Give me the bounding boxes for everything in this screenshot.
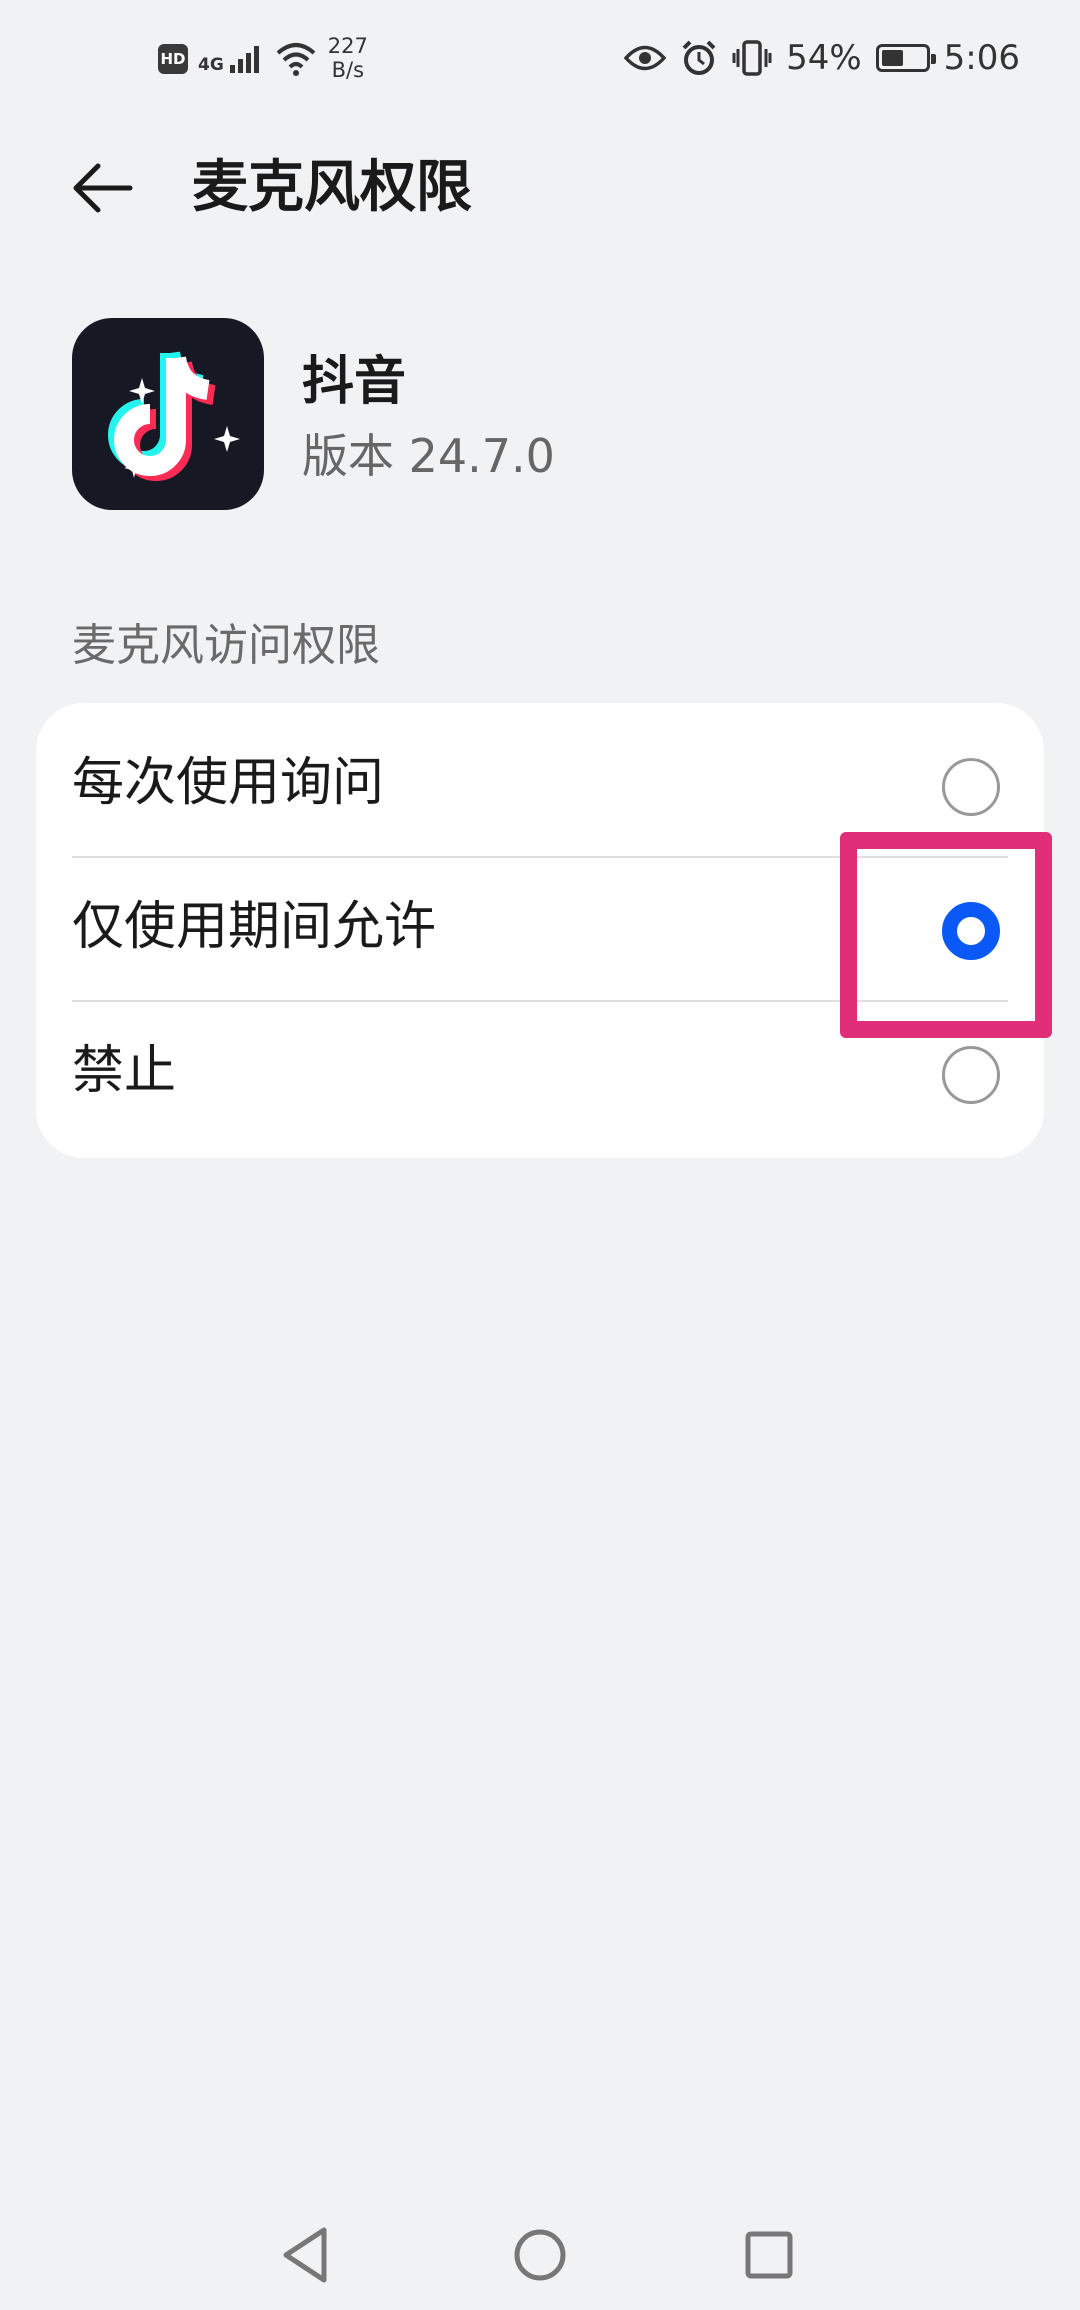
battery-fill <box>881 50 904 66</box>
title-bar: 麦克风权限 <box>0 130 1080 240</box>
app-info: 抖音 版本 24.7.0 <box>72 318 972 510</box>
clock: 5:06 <box>943 38 1020 78</box>
network-label: 4G <box>198 55 224 75</box>
back-arrow-icon <box>73 163 133 213</box>
wifi-icon <box>276 43 316 76</box>
radio-button[interactable] <box>942 758 1000 816</box>
douyin-logo-icon <box>108 351 240 481</box>
nav-back-button[interactable] <box>272 2220 342 2290</box>
status-left: HD 4G 227 B/s <box>158 34 368 82</box>
hd-badge: HD <box>158 44 188 74</box>
option-label: 禁止 <box>72 1041 177 1101</box>
radio-button[interactable] <box>942 1046 1000 1104</box>
status-right: 54% 5:06 <box>624 38 1020 78</box>
highlight-box <box>840 832 1052 1038</box>
alarm-icon <box>682 40 716 75</box>
network-speed: 227 B/s <box>328 34 368 82</box>
option-label: 每次使用询问 <box>72 753 385 813</box>
app-name: 抖音 <box>302 352 407 412</box>
eye-icon <box>624 45 667 71</box>
battery-icon <box>875 44 936 72</box>
nav-home-button[interactable] <box>505 2220 575 2290</box>
app-version: 版本 24.7.0 <box>302 429 555 483</box>
circle-home-icon <box>514 2229 566 2281</box>
speed-value: 227 <box>327 34 368 58</box>
option-label: 仅使用期间允许 <box>72 897 437 957</box>
vibrate-icon <box>732 40 772 76</box>
nav-recents-button[interactable] <box>734 2220 804 2290</box>
triangle-back-icon <box>283 2227 327 2283</box>
section-label: 麦克风访问权限 <box>72 620 380 671</box>
battery-percent: 54% <box>786 38 862 78</box>
app-icon <box>72 318 264 510</box>
network-type: 4G <box>198 43 264 75</box>
speed-unit: B/s <box>331 58 365 82</box>
back-button[interactable] <box>68 152 140 224</box>
page-title: 麦克风权限 <box>192 155 472 220</box>
status-bar: HD 4G 227 B/s 54% 5:06 <box>0 0 1080 120</box>
signal-icon <box>229 46 259 73</box>
navigation-bar <box>0 2200 1080 2310</box>
square-recents-icon <box>745 2231 793 2279</box>
